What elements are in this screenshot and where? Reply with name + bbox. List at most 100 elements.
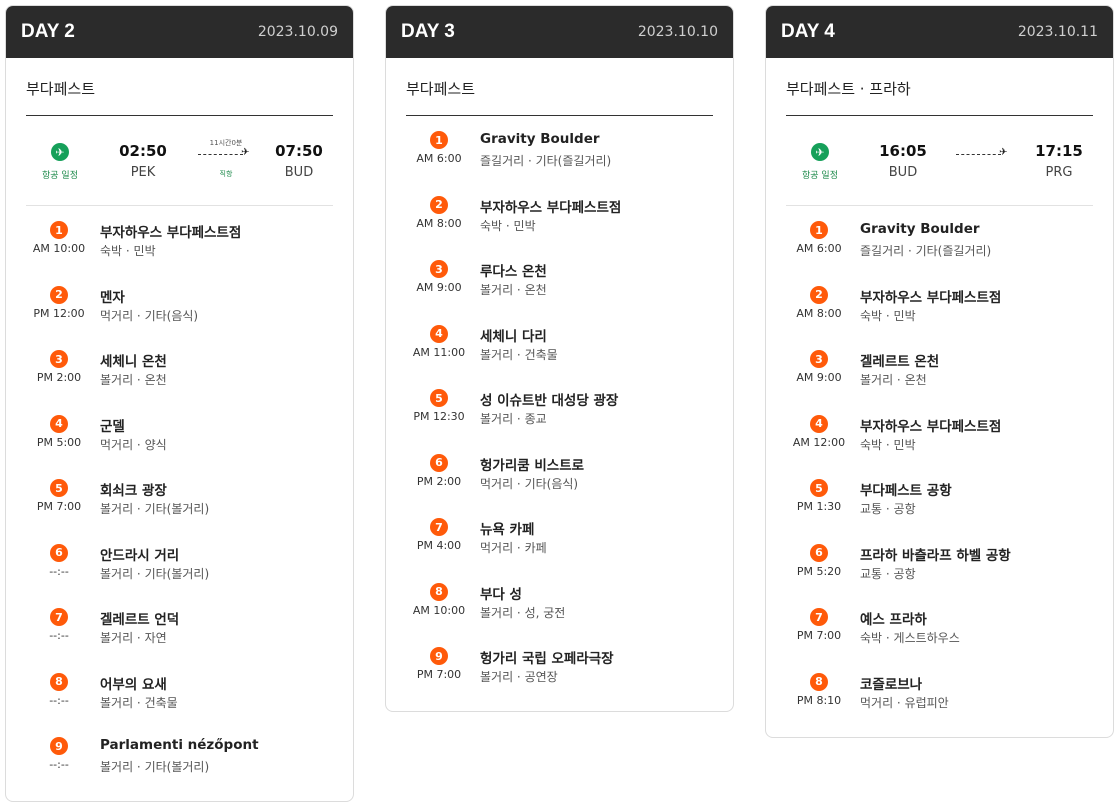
- stop-name[interactable]: 헝가리쿰 비스트로: [480, 454, 584, 474]
- list-item[interactable]: 3 PM 2:00 세체니 온천 볼거리 · 온천: [26, 347, 333, 412]
- stop-name[interactable]: Parlamenti nézőpont: [100, 737, 259, 753]
- stop-number-badge: 8: [810, 672, 828, 691]
- stop-number-badge: 5: [430, 389, 448, 407]
- stop-time: PM 7:00: [416, 668, 462, 681]
- stop-name[interactable]: 헝가리 국립 오페라극장: [480, 647, 614, 667]
- list-item[interactable]: 1 AM 6:00 Gravity Boulder 즐길거리 · 기타(즐길거리): [406, 128, 713, 193]
- stop-name[interactable]: 부자하우스 부다페스트점: [860, 286, 1001, 306]
- stop-name[interactable]: 뉴욕 카페: [480, 518, 534, 538]
- stop-category: 즐길거리 · 기타(즐길거리): [480, 154, 612, 168]
- list-item[interactable]: 4 PM 5:00 군델 먹거리 · 양식: [26, 412, 333, 477]
- stop-name[interactable]: 부다페스트 공항: [860, 479, 952, 499]
- stop-number-badge: 3: [810, 350, 828, 368]
- list-item[interactable]: 3 AM 9:00 루다스 온천볼거리 · 온천: [406, 257, 713, 322]
- list-item[interactable]: 3 AM 9:00 겔레르트 온천 볼거리 · 온천: [786, 347, 1093, 412]
- list-item[interactable]: 9 --:-- Parlamenti nézőpont 볼거리 · 기타(볼거리): [26, 734, 333, 799]
- stop-time: --:--: [49, 629, 69, 642]
- list-item[interactable]: 1 AM 10:00 부자하우스 부다페스트점숙박 · 민박: [26, 218, 333, 283]
- stop-category: 볼거리 · 온천: [480, 283, 547, 297]
- stop-number-badge: 7: [50, 608, 68, 626]
- list-item[interactable]: 6 PM 2:00 헝가리쿰 비스트로 먹거리 · 기타(음식): [406, 451, 713, 516]
- stop-time: PM 12:00: [33, 306, 85, 320]
- list-item[interactable]: 8 AM 10:00 부다 성 볼거리 · 성, 궁전: [406, 580, 713, 645]
- list-item[interactable]: 6 --:-- 안드라시 거리 볼거리 · 기타(볼거리): [26, 541, 333, 606]
- stop-name[interactable]: 부자하우스 부다페스트점: [860, 415, 1001, 435]
- day-label: DAY 2: [21, 21, 75, 42]
- stop-time: --:--: [49, 564, 69, 578]
- stop-name[interactable]: 세체니 온천: [100, 350, 167, 370]
- day-date: 2023.10.11: [1017, 24, 1098, 40]
- stop-name[interactable]: 겔레르트 온천: [860, 350, 939, 370]
- stop-category: 즐길거리 · 기타(즐길거리): [860, 244, 992, 258]
- stop-name[interactable]: 세체니 다리: [480, 325, 547, 345]
- stop-time: AM 8:00: [416, 216, 462, 230]
- plane-arrow-icon: ✈: [241, 147, 250, 158]
- stop-category: 숙박 · 민박: [100, 244, 156, 258]
- stop-name[interactable]: 겔레르트 언덕: [100, 608, 179, 628]
- flight-schedule[interactable]: ✈ 항공 일정 02:50 PEK 11시간0분 ✈ 직항 07:50 BUD: [26, 116, 333, 206]
- list-item[interactable]: 2 AM 8:00 부자하우스 부다페스트점 숙박 · 민박: [406, 193, 713, 258]
- stop-number-badge: 2: [430, 195, 448, 214]
- stop-time: AM 10:00: [32, 242, 86, 255]
- list-item[interactable]: 7 --:-- 겔레르트 언덕 볼거리 · 자연: [26, 605, 333, 670]
- stop-time: --:--: [49, 693, 69, 707]
- day-card: DAY 4 2023.10.11 부다페스트 · 프라하 ✈ 항공 일정 16:…: [765, 5, 1114, 738]
- stop-number-badge: 6: [810, 543, 828, 562]
- list-item[interactable]: 8 PM 8:10 코즐로브나 먹거리 · 유럽피안: [786, 670, 1093, 735]
- stop-name[interactable]: 부다 성: [480, 583, 522, 603]
- stop-name[interactable]: 군델: [100, 415, 125, 435]
- stop-list: 1 AM 10:00 부자하우스 부다페스트점 숙박 · 민박 2 PM 12:00 멘자…: [26, 206, 333, 799]
- list-item[interactable]: 5 PM 1:30 부다페스트 공항 교통 · 공항: [786, 476, 1093, 541]
- stop-name[interactable]: 멘자: [100, 286, 125, 306]
- list-item[interactable]: 7 PM 7:00 예스 프라하 숙박 · 게스트하우스: [786, 605, 1093, 670]
- list-item[interactable]: 2 PM 12:00 멘자 먹거리 · 기타(음식): [26, 283, 333, 348]
- stop-time: AM 9:00: [416, 281, 462, 294]
- stop-name[interactable]: 부자하우스 부다페스트점: [480, 196, 621, 216]
- stop-category: 볼거리 · 종교: [480, 412, 547, 426]
- list-item[interactable]: 5 PM 12:30 성 이슈트반 대성당 광장 볼거리 · 종교: [406, 386, 713, 451]
- stop-time: AM 8:00: [796, 306, 842, 320]
- stop-name[interactable]: 예스 프라하: [860, 608, 927, 628]
- stop-name[interactable]: 부자하우스 부다페스트점: [100, 221, 241, 241]
- stop-name[interactable]: Gravity Boulder: [860, 221, 980, 237]
- stop-time: AM 6:00: [796, 242, 842, 255]
- list-item[interactable]: 4 AM 12:00 부자하우스 부다페스트점 숙박 · 민박: [786, 412, 1093, 477]
- stop-name[interactable]: Gravity Boulder: [480, 131, 600, 147]
- stop-name[interactable]: 코즐로브나: [860, 673, 922, 693]
- stop-time: PM 5:00: [36, 435, 82, 449]
- list-item[interactable]: 4 AM 11:00 세체니 다리 볼거리 · 건축물: [406, 322, 713, 387]
- stop-name[interactable]: 루다스 온천: [480, 260, 547, 280]
- stop-time: PM 7:00: [36, 500, 82, 513]
- list-item[interactable]: 6 PM 5:20 프라하 바츨라프 하벨 공항 교통 · 공항: [786, 541, 1093, 606]
- day-date: 2023.10.10: [637, 24, 718, 40]
- departure-time: 02:50: [119, 142, 167, 160]
- flight-schedule[interactable]: ✈ 항공 일정 16:05 BUD ✈ 17:15 PRG: [786, 116, 1093, 206]
- stop-time: AM 9:00: [796, 371, 842, 384]
- departure-airport: PEK: [130, 165, 156, 180]
- direct-flight-label: 직항: [219, 170, 233, 178]
- list-item[interactable]: 7 PM 4:00 뉴욕 카페 먹거리 · 카페: [406, 515, 713, 580]
- list-item[interactable]: 5 PM 7:00 회쇠크 광장 볼거리 · 기타(볼거리): [26, 476, 333, 541]
- stop-number-badge: 7: [430, 518, 448, 536]
- stop-name[interactable]: 어부의 요새: [100, 673, 167, 693]
- stop-number-badge: 9: [50, 737, 68, 755]
- stop-category: 볼거리 · 기타(볼거리): [100, 566, 210, 581]
- stop-number-badge: 3: [50, 350, 68, 368]
- stop-category: 먹거리 · 기타(음식): [480, 476, 579, 491]
- day-card: DAY 2 2023.10.09 부다페스트 ✈ 항공 일정 02:50 PEK…: [5, 5, 354, 802]
- stop-name[interactable]: 프라하 바츨라프 하벨 공항: [860, 544, 1011, 564]
- flight-label: 항공 일정: [42, 171, 78, 181]
- list-item[interactable]: 9 PM 7:00 헝가리 국립 오페라극장 볼거리 · 공연장: [406, 644, 713, 709]
- list-item[interactable]: 8 --:-- 어부의 요새 볼거리 · 건축물: [26, 670, 333, 735]
- stop-time: AM 6:00: [416, 152, 462, 165]
- stop-time: PM 2:00: [416, 474, 462, 488]
- stop-name[interactable]: 안드라시 거리: [100, 544, 179, 564]
- stop-name[interactable]: 회쇠크 광장: [100, 479, 167, 499]
- stop-category: 볼거리 · 건축물: [480, 347, 558, 362]
- stop-time: AM 11:00: [412, 345, 466, 359]
- list-item[interactable]: 2 AM 8:00 부자하우스 부다페스트점 숙박 · 민박: [786, 283, 1093, 348]
- stop-name[interactable]: 성 이슈트반 대성당 광장: [480, 389, 618, 409]
- stop-number-badge: 3: [430, 260, 448, 278]
- stop-number-badge: 1: [50, 221, 68, 239]
- list-item[interactable]: 1 AM 6:00 Gravity Boulder 즐길거리 · 기타(즐길거리): [786, 218, 1093, 283]
